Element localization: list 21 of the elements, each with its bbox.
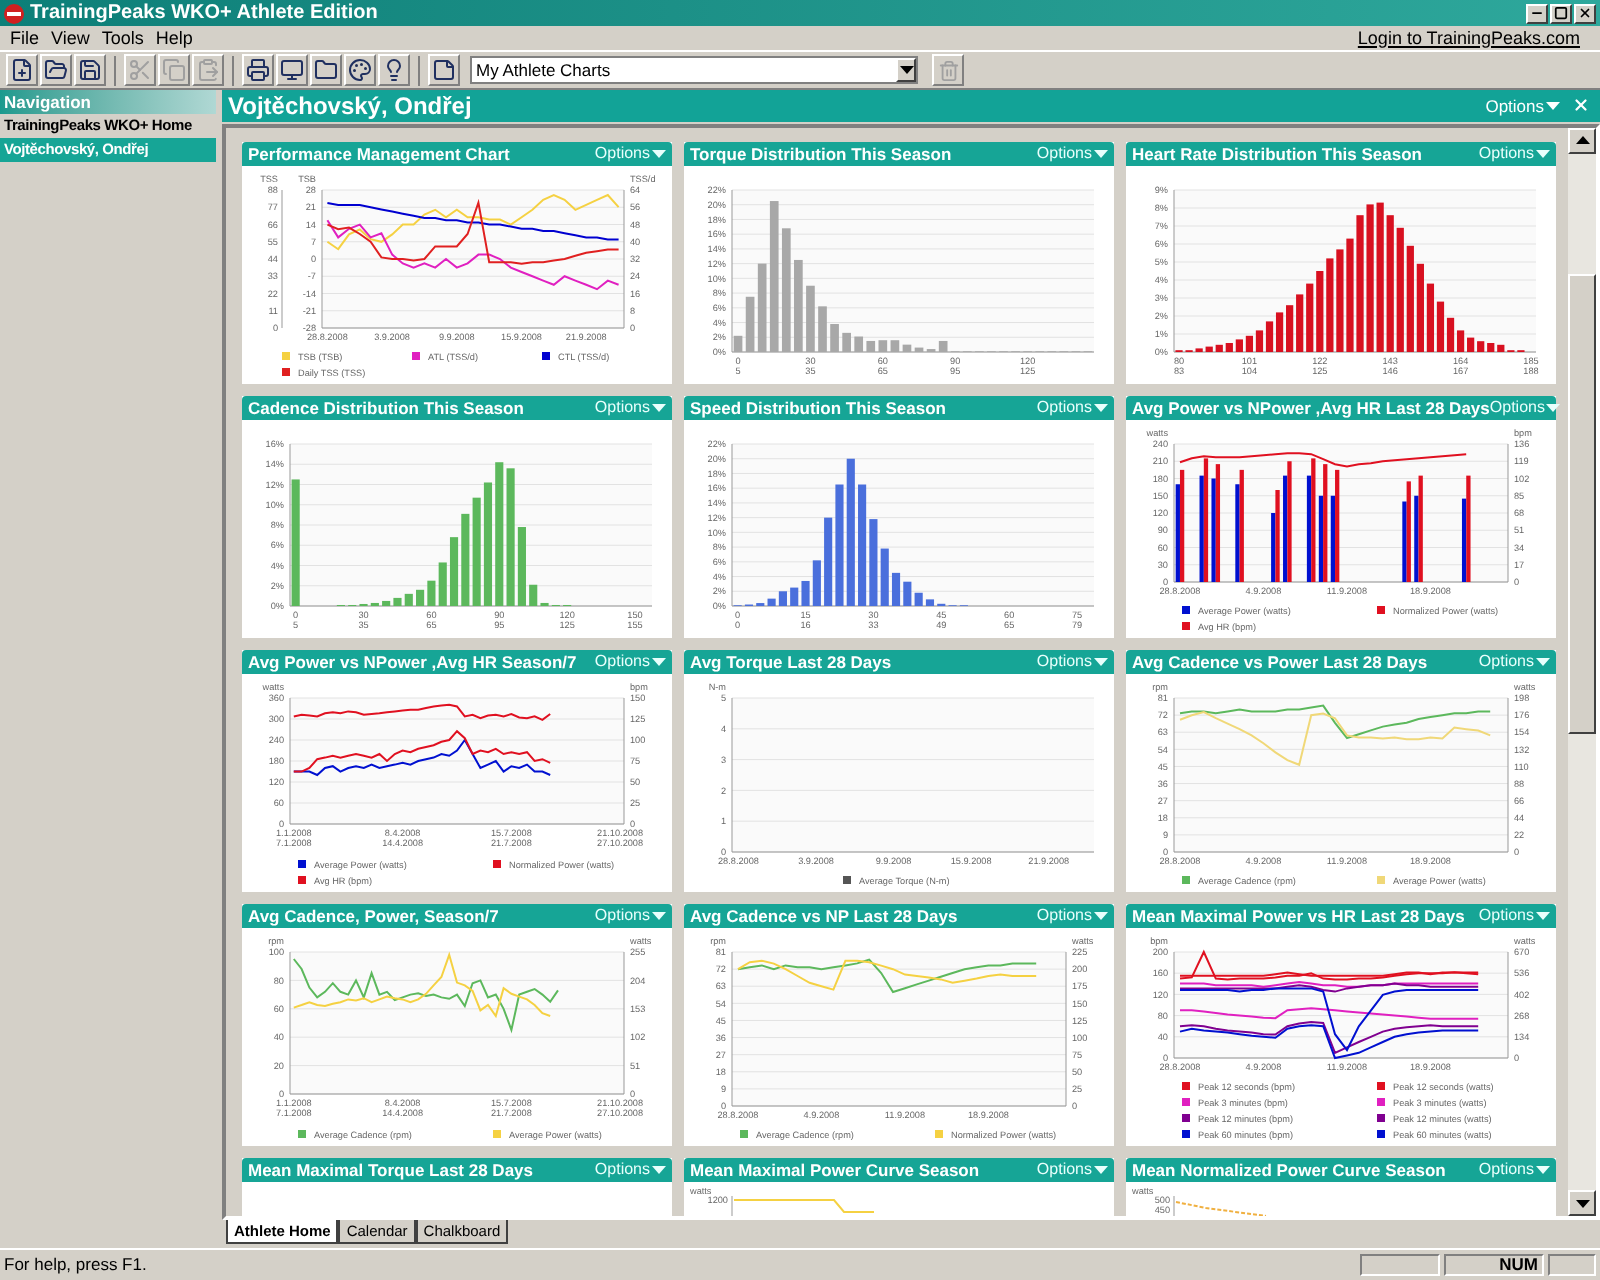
panel-title: Heart Rate Distribution This Season <box>1132 145 1422 163</box>
panel-title: Mean Maximal Power Curve Season <box>690 1161 980 1179</box>
panel-title: Avg Cadence, Power, Season/7 <box>248 907 499 925</box>
panel-title: Mean Normalized Power Curve Season <box>1132 1161 1446 1179</box>
dropdown-value: My Athlete Charts <box>474 61 611 79</box>
panel-title: Avg Power vs NPower ,Avg HR Season/7 <box>248 653 577 671</box>
panel-title: Speed Distribution This Season <box>690 399 946 417</box>
panel-title: Mean Maximal Torque Last 28 Days <box>248 1161 534 1179</box>
panel-title: Avg Cadence vs Power Last 28 Days <box>1132 653 1428 671</box>
athlete-name: Vojtěchovský, Ondřej <box>228 93 472 118</box>
panel-title: Avg Cadence vs NP Last 28 Days <box>690 907 958 925</box>
status-text: For help, press F1. <box>4 1256 147 1274</box>
window-title: TrainingPeaks WKO+ Athlete Edition <box>30 3 378 23</box>
panel-title: Performance Management Chart <box>248 145 510 163</box>
panel-title: Cadence Distribution This Season <box>248 399 524 417</box>
panel-title: Avg Power vs NPower ,Avg HR Last 28 Days <box>1132 399 1490 417</box>
navigation-title: Navigation <box>4 93 91 111</box>
panel-title: Avg Torque Last 28 Days <box>690 653 892 671</box>
panel-title: Mean Maximal Power vs HR Last 28 Days <box>1132 907 1465 925</box>
panel-title: Torque Distribution This Season <box>690 145 952 163</box>
num-lock-indicator: NUM <box>1499 1256 1538 1274</box>
